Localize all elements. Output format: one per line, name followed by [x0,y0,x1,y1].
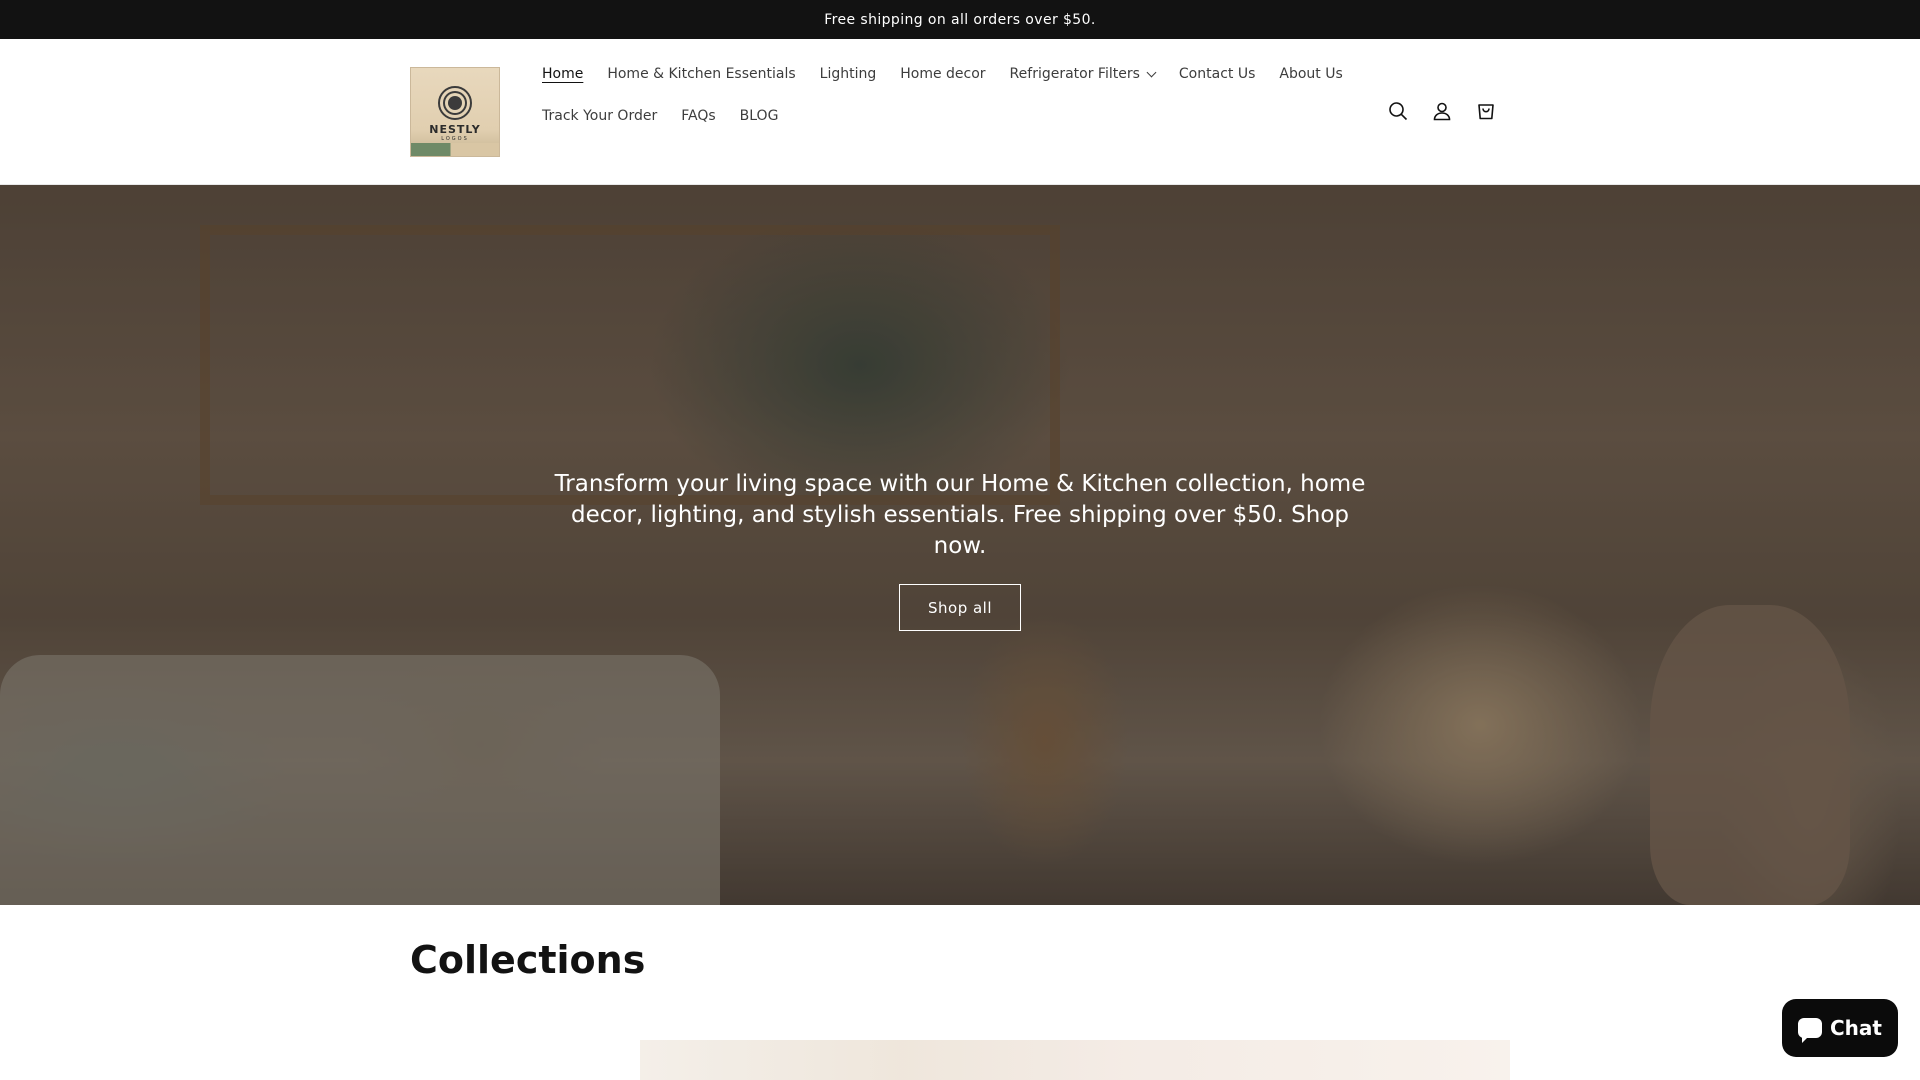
nav-item-home-kitchen-essentials[interactable]: Home & Kitchen Essentials [595,53,807,95]
nav-row-2: Track Your Order FAQs BLOG [530,95,1310,137]
hero-banner: Transform your living space with our Hom… [0,185,1920,905]
nav-item-label: Refrigerator Filters [1009,66,1140,82]
nav-item-refrigerator-filters[interactable]: Refrigerator Filters [998,53,1167,95]
collections-preview-strip [640,1040,1510,1080]
logo-strip [411,143,499,156]
announcement-text: Free shipping on all orders over $50. [824,11,1096,28]
logo-sub-text: LOGOS [441,136,469,142]
nav-item-track-order[interactable]: Track Your Order [530,95,669,137]
account-icon[interactable] [1424,93,1460,129]
search-icon[interactable] [1380,93,1416,129]
nav-item-blog[interactable]: BLOG [728,95,791,137]
store-logo[interactable]: NESTLY LOGOS [410,67,500,157]
nav-item-lighting[interactable]: Lighting [808,53,889,95]
main-nav: Home Home & Kitchen Essentials Lighting … [530,53,1343,137]
chat-label: Chat [1830,1016,1882,1040]
hero-content: Transform your living space with our Hom… [0,185,1920,905]
nav-item-home-decor[interactable]: Home decor [888,53,997,95]
collections-title: Collections [410,938,646,982]
site-header: NESTLY LOGOS Home Home & Kitchen Essenti… [0,39,1920,185]
nav-item-about-us[interactable]: About Us [1267,53,1354,95]
nav-row-1: Home Home & Kitchen Essentials Lighting … [530,53,1343,95]
nav-item-home[interactable]: Home [530,53,595,95]
hero-text: Transform your living space with our Hom… [554,471,1366,559]
chevron-down-icon [1146,67,1157,77]
header-icons [1380,93,1504,129]
nav-item-faqs[interactable]: FAQs [669,95,727,137]
chat-button[interactable]: Chat [1782,999,1898,1057]
chat-bubble-icon [1798,1018,1822,1043]
cart-icon[interactable] [1468,93,1504,129]
nav-item-contact-us[interactable]: Contact Us [1167,53,1267,95]
logo-emblem-icon [438,86,472,120]
shop-all-button[interactable]: Shop all [899,584,1021,631]
logo-brand-text: NESTLY [429,123,481,136]
announcement-bar: Free shipping on all orders over $50. [0,0,1920,39]
